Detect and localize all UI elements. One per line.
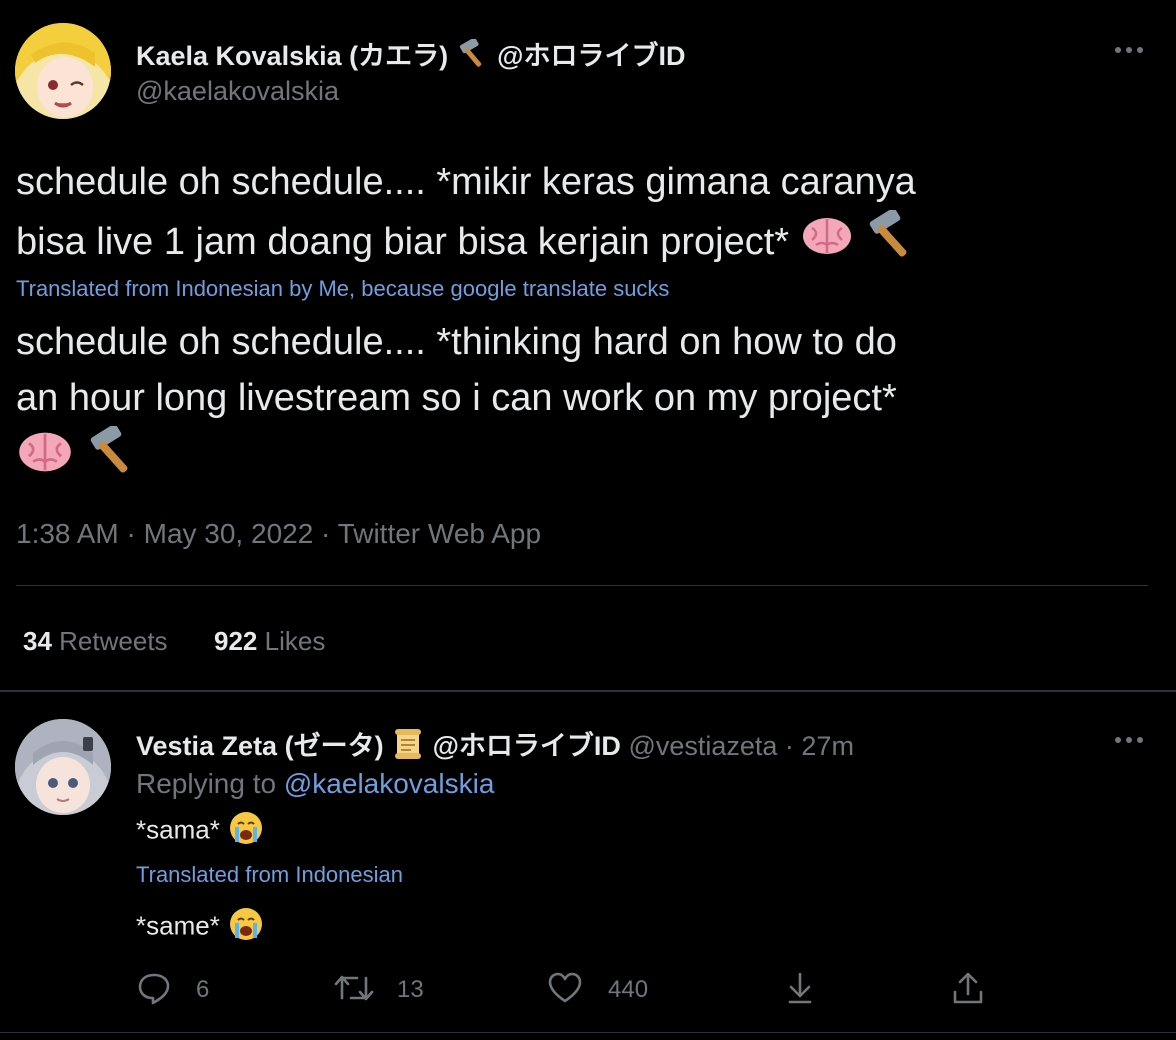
- author-handle[interactable]: @kaelakovalskia: [136, 76, 339, 107]
- share-icon[interactable]: [950, 970, 986, 1011]
- translation-line: an hour long livestream so i can work on…: [16, 377, 897, 419]
- divider: [0, 690, 1176, 692]
- avatar-kaela[interactable]: [15, 23, 111, 119]
- reply-translation-content: *same*: [136, 910, 220, 941]
- reply-display-name[interactable]: Vestia Zeta (ゼータ): [136, 731, 384, 761]
- more-icon[interactable]: [1113, 728, 1145, 752]
- display-name-text: Kaela Kovalskia (カエラ): [136, 41, 449, 71]
- author-display-name[interactable]: Kaela Kovalskia (カエラ) @ホロライブID: [136, 34, 685, 76]
- name-suffix-text: @ホロライブID: [497, 41, 686, 71]
- reply-text: *sama*: [136, 810, 265, 853]
- retweets-stat[interactable]: 34 Retweets: [23, 626, 175, 656]
- brain-icon: [16, 427, 74, 493]
- reply-author-line: Vestia Zeta (ゼータ) @ホロライブID @vestiazeta ·…: [136, 724, 854, 768]
- reply-icon[interactable]: [136, 970, 172, 1011]
- tweet-stats: 34 Retweets 922 Likes: [23, 626, 325, 657]
- divider: [16, 585, 1148, 586]
- avatar-vestia[interactable]: [15, 719, 111, 815]
- tweet-translation: schedule oh schedule.... *thinking hard …: [16, 314, 1156, 494]
- replying-handle-link[interactable]: @kaelakovalskia: [284, 768, 495, 799]
- retweet-icon[interactable]: [333, 970, 375, 1011]
- divider: [0, 1032, 1176, 1033]
- hammer-icon: [864, 208, 920, 278]
- reply-name-suffix: @ホロライブID: [432, 731, 621, 761]
- reply-count: 6: [196, 976, 210, 1003]
- retweet-count: 13: [397, 976, 424, 1003]
- crying-face-icon: [227, 810, 265, 853]
- more-icon[interactable]: [1113, 38, 1145, 62]
- reply-translated-label[interactable]: Translated from Indonesian: [136, 862, 403, 888]
- likes-stat[interactable]: 922 Likes: [214, 626, 325, 656]
- replying-prefix: Replying to: [136, 768, 277, 799]
- scroll-icon: [391, 727, 425, 768]
- tweet-text-line: schedule oh schedule.... *mikir keras gi…: [16, 161, 916, 203]
- translation-line: schedule oh schedule.... *thinking hard …: [16, 321, 897, 363]
- bookmark-download-icon[interactable]: [782, 970, 818, 1011]
- reply-text-content: *sama*: [136, 814, 220, 845]
- reply-translation: *same*: [136, 906, 265, 949]
- replying-to: Replying to @kaelakovalskia: [136, 768, 494, 800]
- translated-label[interactable]: Translated from Indonesian by Me, becaus…: [16, 276, 669, 302]
- tweet-text-line: bisa live 1 jam doang biar bisa kerjain …: [16, 221, 790, 264]
- hammer-icon: [85, 424, 141, 494]
- likes-count: 922: [214, 626, 258, 656]
- reply-handle-time[interactable]: @vestiazeta · 27m: [628, 731, 854, 761]
- retweets-count: 34: [23, 626, 52, 656]
- likes-label: Likes: [264, 626, 326, 656]
- like-icon[interactable]: [547, 970, 583, 1011]
- tweet-text: schedule oh schedule.... *mikir keras gi…: [16, 154, 1156, 278]
- tweet-timestamp[interactable]: 1:38 AM · May 30, 2022 · Twitter Web App: [16, 518, 541, 550]
- hammer-icon: [456, 38, 490, 76]
- crying-face-icon: [227, 906, 265, 949]
- brain-icon: [800, 213, 854, 275]
- like-count: 440: [608, 976, 649, 1003]
- retweets-label: Retweets: [59, 626, 168, 656]
